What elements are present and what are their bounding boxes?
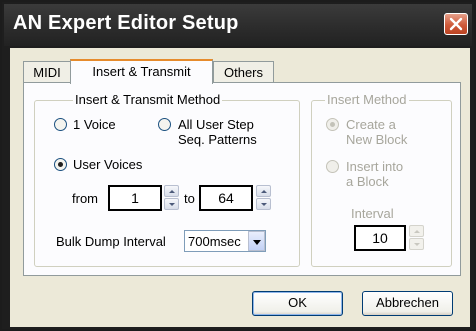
radio-1-voice[interactable] bbox=[54, 118, 67, 131]
to-spin-up[interactable] bbox=[256, 185, 271, 197]
radio-all-user-step[interactable] bbox=[158, 118, 171, 131]
interval-spin-down[interactable] bbox=[409, 238, 424, 250]
arrow-up-icon bbox=[261, 190, 267, 193]
interval-spinner[interactable] bbox=[409, 225, 424, 251]
radio-insert-into-block[interactable] bbox=[326, 160, 339, 173]
close-icon bbox=[449, 17, 463, 31]
tab-panel: Insert & Transmit Method 1 Voice All Use… bbox=[23, 82, 461, 276]
tab-midi[interactable]: MIDI bbox=[23, 61, 71, 83]
dialog-client: MIDI Insert & Transmit Others Insert & T… bbox=[10, 48, 470, 327]
radio-all-user-step-label-1: All User Step bbox=[178, 117, 254, 132]
radio-1-voice-label: 1 Voice bbox=[73, 117, 116, 132]
title-bar[interactable]: AN Expert Editor Setup bbox=[4, 4, 472, 46]
to-label: to bbox=[184, 191, 195, 206]
arrow-down-icon bbox=[261, 203, 267, 206]
to-input[interactable]: 64 bbox=[199, 185, 253, 211]
transmit-method-group: Insert & Transmit Method 1 Voice All Use… bbox=[34, 92, 300, 267]
interval-label: Interval bbox=[351, 206, 394, 221]
radio-create-new-block[interactable] bbox=[326, 118, 339, 131]
from-spin-down[interactable] bbox=[164, 198, 179, 210]
from-label: from bbox=[72, 191, 98, 206]
cancel-button[interactable]: Abbrechen bbox=[362, 291, 453, 316]
radio-create-label-1: Create a bbox=[346, 117, 396, 132]
dropdown-button[interactable] bbox=[248, 231, 265, 251]
insert-method-group: Insert Method Create a New Block Insert … bbox=[311, 92, 452, 267]
bulk-dump-label: Bulk Dump Interval bbox=[56, 234, 166, 249]
bulk-dump-select[interactable]: 700msec bbox=[184, 230, 266, 252]
interval-input[interactable]: 10 bbox=[354, 225, 406, 251]
dialog-window: AN Expert Editor Setup MIDI Insert & Tra… bbox=[0, 0, 476, 331]
radio-user-voices[interactable] bbox=[54, 158, 67, 171]
arrow-down-icon bbox=[414, 243, 420, 246]
radio-all-user-step-label-2: Seq. Patterns bbox=[178, 132, 257, 147]
tab-others[interactable]: Others bbox=[213, 61, 274, 83]
from-spin-up[interactable] bbox=[164, 185, 179, 197]
chevron-down-icon bbox=[253, 240, 261, 245]
tab-insert-transmit[interactable]: Insert & Transmit bbox=[70, 59, 213, 84]
arrow-down-icon bbox=[169, 203, 175, 206]
ok-button[interactable]: OK bbox=[252, 291, 343, 316]
bulk-dump-value: 700msec bbox=[188, 234, 241, 249]
interval-spin-up[interactable] bbox=[409, 225, 424, 237]
insert-method-legend: Insert Method bbox=[325, 92, 409, 107]
close-button[interactable] bbox=[444, 13, 468, 35]
radio-insert-label-1: Insert into bbox=[346, 159, 404, 174]
to-spinner[interactable] bbox=[256, 185, 271, 211]
tab-label: MIDI bbox=[33, 65, 61, 80]
to-spin-down[interactable] bbox=[256, 198, 271, 210]
tab-label: Insert & Transmit bbox=[92, 64, 191, 79]
transmit-method-legend: Insert & Transmit Method bbox=[73, 92, 223, 107]
radio-insert-label-2: a Block bbox=[346, 174, 389, 189]
from-spinner[interactable] bbox=[164, 185, 179, 211]
arrow-up-icon bbox=[169, 190, 175, 193]
radio-create-label-2: New Block bbox=[346, 132, 408, 147]
window-title: AN Expert Editor Setup bbox=[13, 12, 239, 34]
arrow-up-icon bbox=[414, 230, 420, 233]
from-input[interactable]: 1 bbox=[108, 185, 162, 211]
radio-user-voices-label: User Voices bbox=[73, 157, 143, 172]
tab-label: Others bbox=[223, 65, 263, 80]
